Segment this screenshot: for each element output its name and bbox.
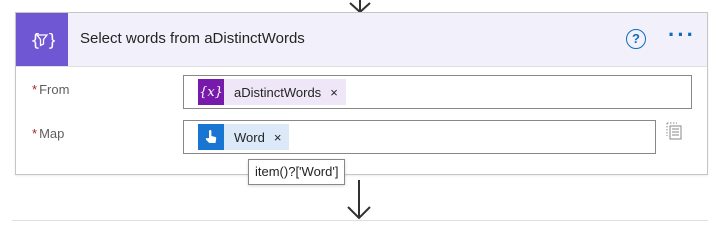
action-header[interactable]: { } Select words from aDistinctWords ? ·… (16, 13, 707, 67)
svg-text:}: } (47, 31, 55, 51)
svg-text:{: { (30, 31, 41, 51)
token-tooltip: item()?['Word'] (248, 159, 346, 185)
required-marker: * (32, 126, 38, 141)
variable-icon: {x} (198, 79, 224, 105)
manual-trigger-icon (198, 124, 224, 150)
next-step-divider (12, 220, 708, 221)
action-title[interactable]: Select words from aDistinctWords (80, 30, 305, 47)
remove-map-token-button[interactable]: × (274, 130, 282, 145)
map-label: * Map (32, 126, 64, 141)
switch-map-mode-icon[interactable] (665, 122, 683, 142)
map-input[interactable]: Word × (183, 120, 656, 154)
select-action-card: { } Select words from aDistinctWords ? ·… (15, 12, 708, 175)
select-action-icon: { } (16, 13, 68, 66)
flow-arrow-out-icon (347, 180, 371, 220)
from-token[interactable]: {x} aDistinctWords × (198, 79, 346, 105)
help-button[interactable]: ? (626, 29, 646, 49)
map-label-text: Map (39, 126, 65, 141)
required-marker: * (32, 82, 38, 97)
map-token[interactable]: Word × (198, 124, 290, 150)
from-label-text: From (39, 82, 70, 97)
from-label: * From (32, 82, 69, 97)
from-input[interactable]: {x} aDistinctWords × (183, 75, 692, 109)
from-token-text: aDistinctWords (234, 84, 322, 100)
remove-from-token-button[interactable]: × (330, 85, 338, 100)
more-options-button[interactable]: ··· (666, 24, 698, 51)
map-token-text: Word (234, 129, 265, 145)
